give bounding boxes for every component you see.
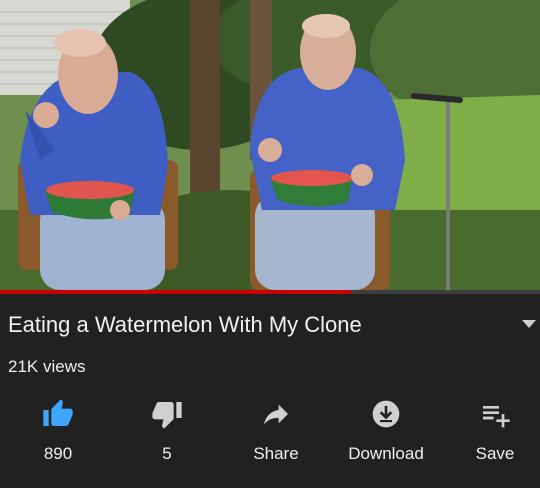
thumbs-up-icon bbox=[3, 398, 113, 430]
action-bar: 890 5 Share Download Save bbox=[0, 398, 540, 468]
share-label: Share bbox=[253, 444, 299, 463]
download-button[interactable]: Download bbox=[331, 398, 441, 468]
download-icon bbox=[331, 398, 441, 430]
save-label: Save bbox=[475, 444, 515, 463]
dislike-button[interactable]: 5 bbox=[112, 398, 222, 468]
video-info: Eating a Watermelon With My Clone 21K vi… bbox=[0, 294, 540, 488]
share-button[interactable]: Share bbox=[221, 398, 331, 468]
video-title[interactable]: Eating a Watermelon With My Clone bbox=[8, 312, 362, 338]
share-arrow-icon bbox=[221, 398, 331, 430]
like-count: 890 bbox=[43, 444, 73, 463]
save-button[interactable]: Save bbox=[440, 398, 540, 468]
like-button[interactable]: 890 bbox=[3, 398, 113, 468]
dislike-count: 5 bbox=[162, 444, 172, 463]
thumbs-down-icon bbox=[112, 398, 222, 430]
playlist-add-icon bbox=[440, 398, 540, 430]
view-count: 21K views bbox=[8, 357, 86, 376]
download-label: Download bbox=[348, 444, 424, 463]
video-thumbnail bbox=[0, 0, 540, 294]
expand-chevron-icon[interactable] bbox=[522, 320, 536, 328]
video-player[interactable] bbox=[0, 0, 540, 294]
